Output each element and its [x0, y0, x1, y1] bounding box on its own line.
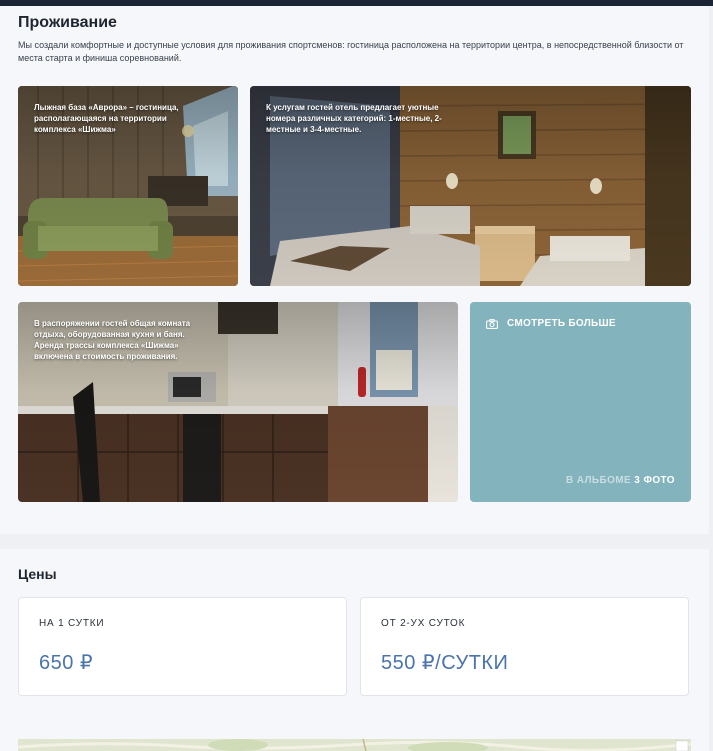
photo-card-bedroom[interactable]: К услугам гостей отель предлагает уютные…: [250, 86, 691, 286]
price-card-one-day: НА 1 СУТКИ 650 ₽: [18, 597, 347, 696]
photo-card-lounge[interactable]: Лыжная база «Аврора» – гостиница, распол…: [18, 86, 238, 286]
caption-line: включена в стоимость проживания.: [34, 352, 178, 361]
caption-line: Лыжная база «Аврора» – гостиница,: [34, 103, 179, 112]
camera-icon: [486, 318, 498, 329]
photo-caption: К услугам гостей отель предлагает уютные…: [266, 102, 442, 135]
caption-line: отдыха, оборудованная кухня и баня.: [34, 330, 185, 339]
prices-title: Цены: [18, 566, 57, 582]
see-more-header[interactable]: СМОТРЕТЬ БОЛЬШЕ: [486, 318, 616, 329]
caption-line: В распоряжении гостей общая комната: [34, 319, 191, 328]
map-tiles: [18, 739, 691, 751]
price-card-two-days: ОТ 2-УХ СУТОК 550 ₽/СУТКИ: [360, 597, 689, 696]
caption-line: К услугам гостей отель предлагает уютные: [266, 103, 439, 112]
caption-line: местные и 3-4-местные.: [266, 125, 362, 134]
see-more-label: СМОТРЕТЬ БОЛЬШЕ: [507, 318, 616, 329]
album-count: В АЛЬБОМЕ 3 ФОТО: [566, 475, 675, 486]
section-title: Проживание: [18, 14, 117, 31]
photo-caption: В распоряжении гостей общая комната отды…: [34, 318, 190, 362]
album-prefix: В АЛЬБОМЕ: [565, 475, 632, 486]
section-description: Мы создали комфортные и доступные услови…: [18, 40, 684, 63]
photo-caption: Лыжная база «Аврора» – гостиница, распол…: [34, 102, 179, 135]
price-value: 650 ₽: [39, 652, 94, 674]
price-value: 550 ₽/СУТКИ: [381, 652, 509, 674]
location-map[interactable]: [18, 739, 691, 751]
price-label: НА 1 СУТКИ: [39, 618, 105, 629]
see-more-card[interactable]: СМОТРЕТЬ БОЛЬШЕ В АЛЬБОМЕ 3 ФОТО: [470, 302, 691, 502]
caption-line: Аренда трассы комплекса «Шижма»: [34, 341, 179, 350]
caption-line: комплекса «Шижма»: [34, 125, 116, 134]
price-label: ОТ 2-УХ СУТОК: [381, 618, 466, 629]
album-number: 3: [634, 475, 641, 486]
caption-line: номера различных категорий: 1-местные, 2…: [266, 114, 442, 123]
album-suffix: ФОТО: [643, 475, 675, 486]
photo-card-kitchen[interactable]: В распоряжении гостей общая комната отды…: [18, 302, 458, 502]
caption-line: располагающаяся на территории: [34, 114, 167, 123]
